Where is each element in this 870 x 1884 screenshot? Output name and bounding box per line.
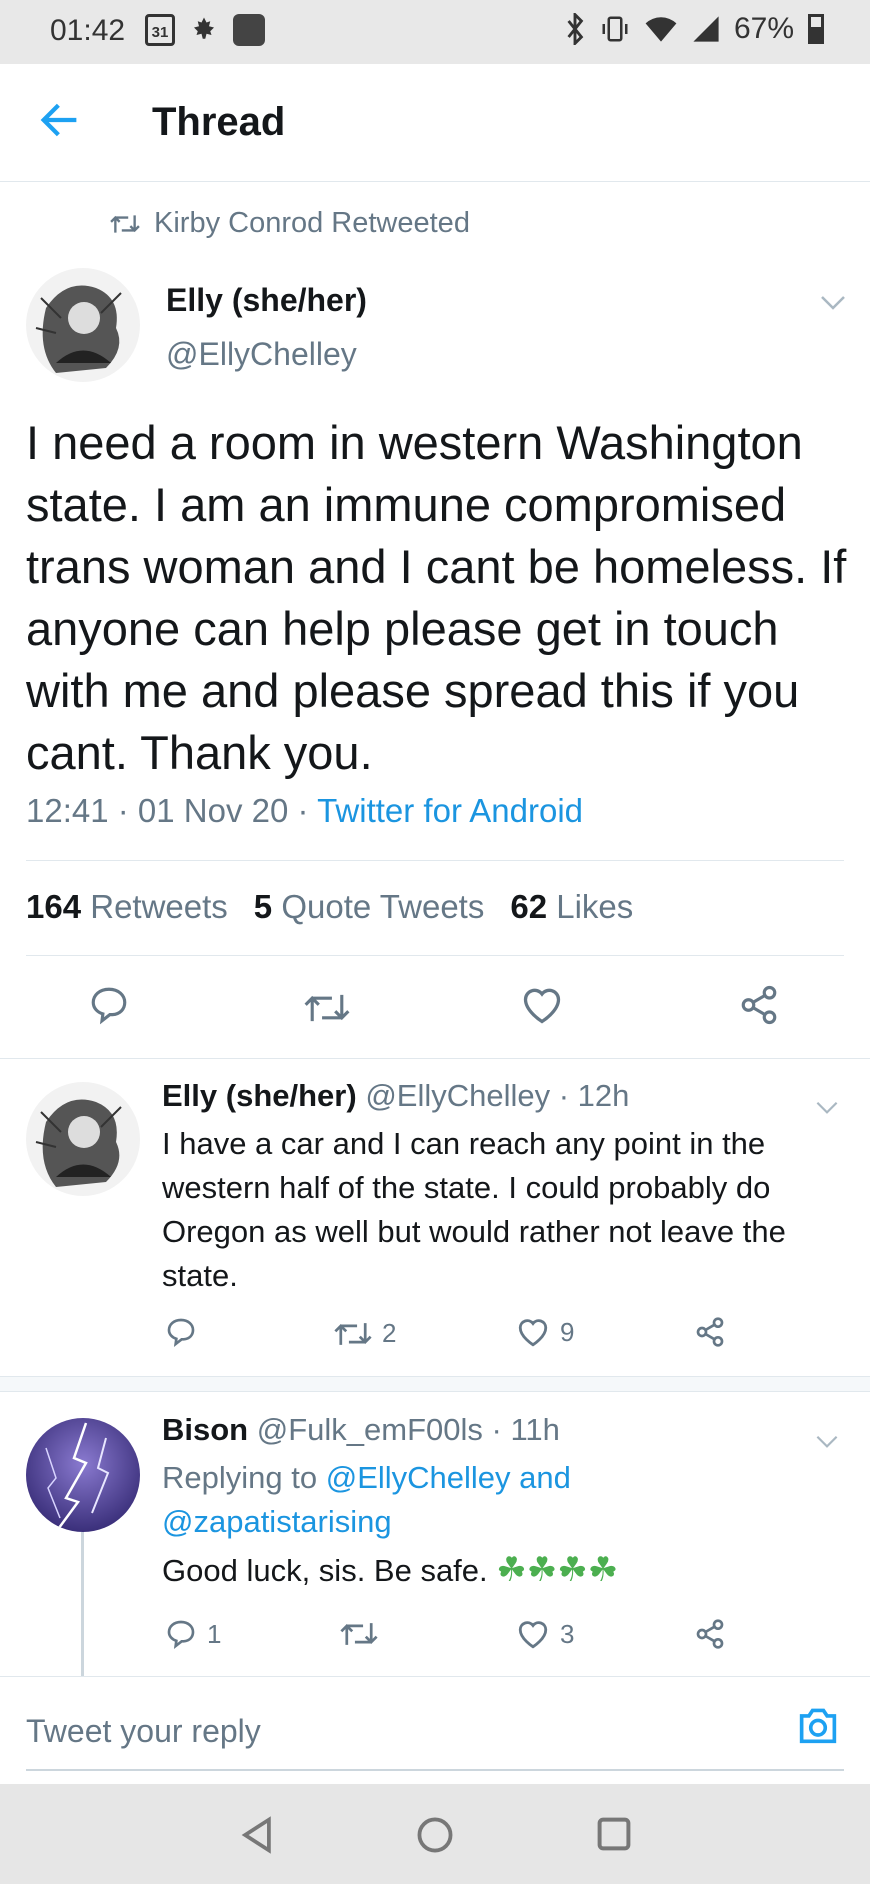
avatar[interactable]: [26, 1418, 140, 1532]
reply-text-content: Good luck, sis. Be safe.: [162, 1553, 488, 1588]
author-handle[interactable]: @EllyChelley: [166, 336, 357, 373]
cell-signal-icon: [693, 16, 719, 42]
reply-input[interactable]: Tweet your reply: [26, 1713, 261, 1750]
like-count: 9: [560, 1316, 575, 1347]
divider: [26, 955, 844, 956]
avatar[interactable]: [26, 268, 140, 382]
divider: [26, 860, 844, 861]
replying-to: Replying to @EllyChelley and @zapatistar…: [162, 1456, 682, 1544]
reply-author-handle[interactable]: @Fulk_emF00ls · 11h: [257, 1412, 560, 1447]
share-icon[interactable]: [738, 984, 780, 1031]
status-bar: 01:42 31 67%: [0, 0, 870, 64]
reply-text: I have a car and I can reach any point i…: [162, 1126, 786, 1293]
replying-to-prefix: Replying to: [162, 1460, 326, 1495]
reply-header: Bison @Fulk_emF00ls · 11h: [162, 1412, 560, 1448]
vibrate-icon: [602, 16, 628, 42]
calendar-icon: 31: [145, 14, 175, 46]
reply-icon[interactable]: [165, 1316, 207, 1348]
retweet-icon[interactable]: [340, 1620, 388, 1648]
page-title: Thread: [152, 100, 286, 144]
retweet-count: 2: [382, 1318, 397, 1348]
maple-leaf-icon: [194, 17, 214, 39]
section-gap: [0, 1376, 870, 1392]
wifi-icon: [645, 17, 677, 42]
chevron-down-icon[interactable]: [820, 286, 846, 318]
tweet-timestamp: 12:41 · 01 Nov 20 ·: [26, 792, 318, 829]
retweet-icon[interactable]: [304, 990, 350, 1031]
status-time: 01:42: [50, 14, 126, 47]
retweet-icon: [110, 214, 140, 233]
battery-icon: [808, 14, 824, 44]
reply-header: Elly (she/her) @EllyChelley · 12h: [162, 1078, 629, 1114]
retweet-banner[interactable]: Kirby Conrod Retweeted: [110, 207, 470, 240]
tweet-source-link[interactable]: Twitter for Android: [317, 792, 583, 829]
camera-icon[interactable]: [796, 1705, 840, 1750]
shamrock-emoji: ☘☘☘☘: [496, 1551, 619, 1589]
nav-home-icon[interactable]: [416, 1816, 454, 1859]
share-icon[interactable]: [694, 1618, 726, 1650]
tweet-stats: 164 Retweets 5 Quote Tweets 62 Likes: [26, 888, 633, 926]
input-underline: [26, 1769, 844, 1771]
like-heart-icon[interactable]: [520, 984, 564, 1031]
app-notification-icon: [233, 14, 265, 46]
tweet-text: I need a room in western Washington stat…: [26, 416, 847, 779]
like-heart-icon[interactable]: 3: [516, 1618, 574, 1650]
back-arrow-icon[interactable]: [40, 102, 80, 146]
nav-back-icon[interactable]: [240, 1816, 274, 1859]
bluetooth-icon: [567, 13, 584, 45]
tweet-meta: 12:41 · 01 Nov 20 · Twitter for Android: [26, 792, 583, 830]
reply-author-name[interactable]: Bison: [162, 1412, 248, 1447]
like-heart-icon[interactable]: 9: [516, 1316, 574, 1348]
likes-stat[interactable]: 62 Likes: [510, 888, 633, 926]
retweet-banner-text: Kirby Conrod Retweeted: [154, 207, 470, 239]
share-icon[interactable]: [694, 1316, 726, 1348]
system-nav-bar: [0, 1784, 870, 1884]
chevron-down-icon[interactable]: [815, 1090, 839, 1122]
reply-author-name[interactable]: Elly (she/her): [162, 1078, 357, 1113]
author-name[interactable]: Elly (she/her): [166, 282, 367, 319]
battery-percent: 67%: [733, 12, 794, 45]
app-header: Thread: [0, 64, 870, 182]
chevron-down-icon[interactable]: [815, 1424, 839, 1456]
retweet-icon[interactable]: 2: [334, 1318, 396, 1349]
retweets-stat[interactable]: 164 Retweets: [26, 888, 228, 926]
avatar[interactable]: [26, 1082, 140, 1196]
reply-icon[interactable]: 1: [165, 1618, 221, 1650]
reply-composer[interactable]: Tweet your reply: [0, 1676, 870, 1784]
reply-text: Good luck, sis. Be safe. ☘☘☘☘: [162, 1548, 862, 1593]
thread-connector-line: [81, 1532, 84, 1677]
quote-tweets-stat[interactable]: 5 Quote Tweets: [254, 888, 485, 926]
reply-author-handle[interactable]: @EllyChelley · 12h: [365, 1078, 629, 1113]
like-count: 3: [560, 1618, 575, 1649]
reply-icon[interactable]: [88, 984, 130, 1031]
nav-recents-icon[interactable]: [596, 1816, 632, 1857]
divider: [0, 1058, 870, 1059]
reply-count: 1: [207, 1618, 222, 1649]
